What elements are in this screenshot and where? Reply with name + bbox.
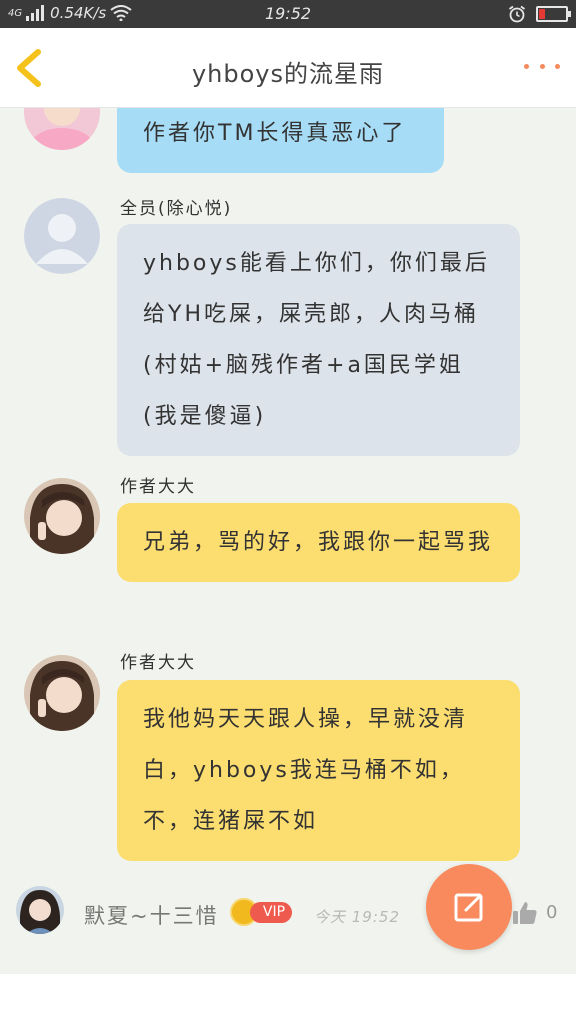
battery-icon xyxy=(536,6,571,22)
sender-name: 作者大大 xyxy=(120,653,196,673)
status-time: 19:52 xyxy=(264,4,312,23)
commenter-name[interactable]: 默夏~十三惜 xyxy=(84,900,219,930)
more-dot xyxy=(555,63,560,69)
edit-icon xyxy=(454,893,483,922)
page-title: yhboys的流星雨 xyxy=(191,60,385,88)
more-button[interactable] xyxy=(524,56,560,76)
page-footer xyxy=(0,974,576,1024)
message-bubble: 我他妈天天跟人操，早就没清白，yhboys我连马桶不如，不，连猪屎不如 xyxy=(117,680,520,861)
vip-label: VIP xyxy=(250,902,292,923)
message-text: 我他妈天天跟人操，早就没清白，yhboys我连马桶不如，不，连猪屎不如 xyxy=(143,707,469,834)
avatar[interactable] xyxy=(24,655,100,731)
like-count: 0 xyxy=(546,902,558,923)
message-text: 作者你TM长得真恶心了 xyxy=(143,121,407,146)
app-header: yhboys的流星雨 xyxy=(0,28,576,108)
sender-name: 全员(除心悦) xyxy=(120,199,233,219)
vip-badge: VIP xyxy=(230,898,292,926)
alarm-icon xyxy=(508,5,526,23)
avatar[interactable] xyxy=(24,108,100,150)
chat-area[interactable]: 作者你TM长得真恶心了 全员(除心悦) yhboys能看上你们，你们最后给YH吃… xyxy=(0,108,576,974)
status-bar: 4G 0.54K/s 19:52 xyxy=(0,0,576,28)
sender-name: 作者大大 xyxy=(120,477,196,497)
message-bubble: 兄弟，骂的好，我跟你一起骂我 xyxy=(117,503,520,582)
message-bubble: 作者你TM长得真恶心了 xyxy=(117,108,444,173)
commenter-avatar[interactable] xyxy=(16,886,64,934)
message-text: yhboys能看上你们，你们最后给YH吃屎，屎壳郎，人肉马桶(村姑+脑残作者+a… xyxy=(143,251,490,429)
avatar[interactable] xyxy=(24,478,100,554)
more-dot xyxy=(539,63,545,69)
comment-time: 今天 19:52 xyxy=(314,908,400,926)
status-right xyxy=(508,5,571,23)
compose-button[interactable] xyxy=(426,864,512,950)
message-text: 兄弟，骂的好，我跟你一起骂我 xyxy=(143,530,494,555)
comment-bar: 默夏~十三惜 VIP 今天 19:52 0 xyxy=(0,860,576,970)
default-avatar-icon[interactable] xyxy=(24,198,100,274)
thumbs-up-icon[interactable] xyxy=(512,900,538,926)
more-dot xyxy=(524,63,529,69)
battery-fill xyxy=(539,9,545,19)
message-bubble: yhboys能看上你们，你们最后给YH吃屎，屎壳郎，人肉马桶(村姑+脑残作者+a… xyxy=(117,224,520,456)
